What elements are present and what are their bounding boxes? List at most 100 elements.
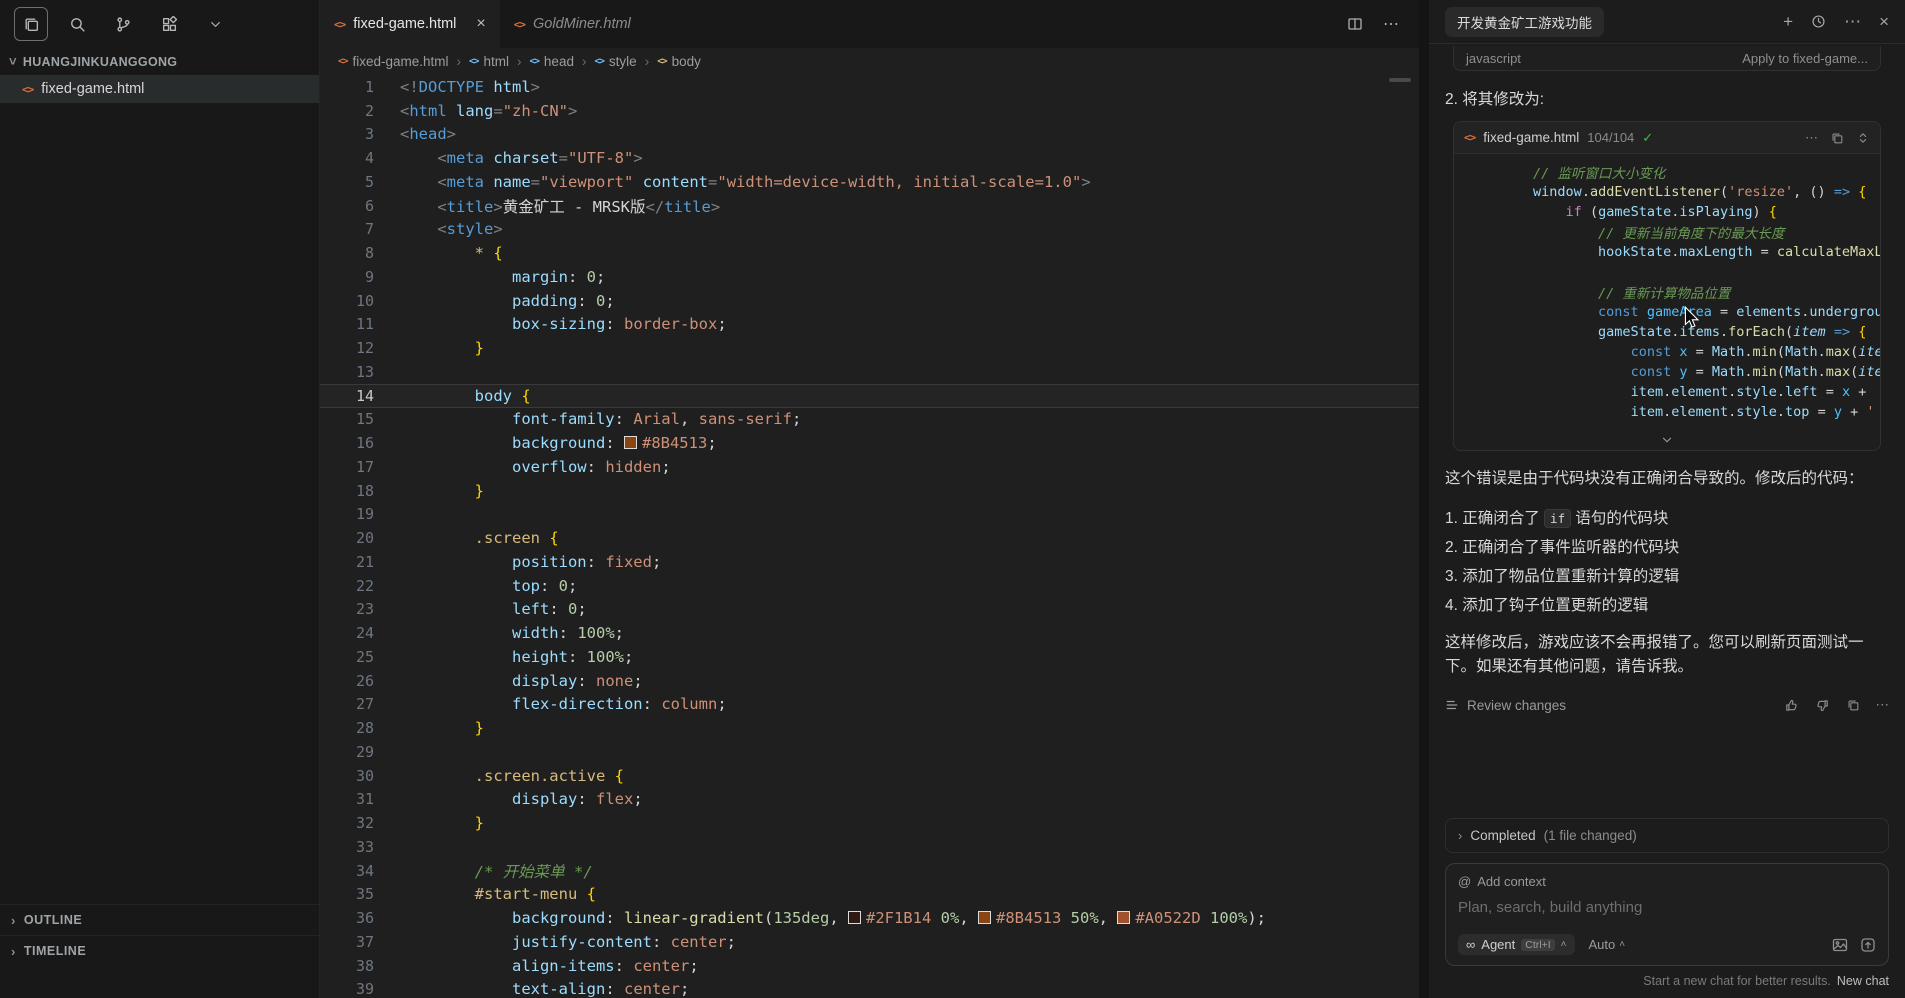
code-line[interactable]: 15 font-family: Arial, sans-serif; [320, 408, 1419, 432]
editor-more-icon[interactable]: ⋯ [1383, 14, 1399, 34]
code-line[interactable]: 38 align-items: center; [320, 954, 1419, 978]
chat-more-icon[interactable]: ⋯ [1844, 12, 1861, 32]
thumbs-up-icon[interactable] [1784, 698, 1799, 713]
tab-fixed-game[interactable]: <> fixed-game.html × [320, 0, 500, 48]
sidebar-item-fixed-game[interactable]: <> fixed-game.html [0, 75, 319, 103]
code-line[interactable]: 23 left: 0; [320, 598, 1419, 622]
timeline-section[interactable]: › TIMELINE [0, 935, 319, 966]
block-more-icon[interactable]: ⋯ [1805, 130, 1818, 146]
minimap-indicator[interactable] [1389, 78, 1411, 82]
code-line[interactable]: 4 <meta charset="UTF-8"> [320, 146, 1419, 170]
breadcrumb-item[interactable]: <>body [657, 54, 701, 69]
code-line[interactable]: 31 display: flex; [320, 788, 1419, 812]
code-line[interactable]: item.element.style.top = y + ' [1454, 402, 1880, 422]
expand-icon[interactable] [1856, 131, 1870, 145]
split-editor-icon[interactable] [1347, 16, 1363, 32]
breadcrumb-item[interactable]: <>head [529, 54, 574, 69]
code-line[interactable]: 14 body { [320, 384, 1419, 408]
breadcrumb-item[interactable]: <>fixed-game.html [338, 54, 449, 69]
code-line[interactable]: 7 <style> [320, 218, 1419, 242]
code-line[interactable]: 9 margin: 0; [320, 265, 1419, 289]
search-icon[interactable] [60, 7, 94, 41]
code-line[interactable]: 12 } [320, 336, 1419, 360]
chat-title-tab[interactable]: 开发黄金矿工游戏功能 [1445, 7, 1604, 37]
code-line[interactable]: 21 position: fixed; [320, 550, 1419, 574]
code-line[interactable]: 2<html lang="zh-CN"> [320, 99, 1419, 123]
explorer-section-header[interactable]: ˅ HUANGJINKUANGGONG [0, 48, 319, 75]
completed-summary[interactable]: › Completed (1 file changed) [1445, 818, 1889, 853]
code-line[interactable]: item.element.style.left = x + [1454, 382, 1880, 402]
model-selector[interactable]: Auto ˄ [1589, 937, 1626, 952]
code-line[interactable]: 3<head> [320, 123, 1419, 147]
code-line[interactable]: 16 background: #8B4513; [320, 431, 1419, 455]
code-editor[interactable]: 1<!DOCTYPE html>2<html lang="zh-CN">3<he… [320, 75, 1419, 998]
code-line[interactable]: 28 } [320, 716, 1419, 740]
extensions-icon[interactable] [152, 7, 186, 41]
code-line[interactable]: 8 * { [320, 241, 1419, 265]
panel-divider[interactable] [1419, 0, 1429, 998]
copy-response-icon[interactable] [1846, 698, 1860, 712]
color-swatch[interactable] [848, 911, 861, 924]
code-line[interactable]: 5 <meta name="viewport" content="width=d… [320, 170, 1419, 194]
code-line[interactable]: 30 .screen.active { [320, 764, 1419, 788]
tab-goldminer[interactable]: <> GoldMiner.html [500, 0, 645, 48]
code-line[interactable]: 13 [320, 360, 1419, 384]
tab-close-icon[interactable]: × [476, 16, 485, 32]
code-line[interactable]: 19 [320, 503, 1419, 527]
code-line[interactable]: 27 flex-direction: column; [320, 693, 1419, 717]
code-line[interactable]: 35 #start-menu { [320, 883, 1419, 907]
code-line[interactable]: // 重新计算物品位置 [1454, 282, 1880, 302]
code-line[interactable]: 32 } [320, 811, 1419, 835]
review-changes-button[interactable]: Review changes [1467, 698, 1566, 713]
copy-icon[interactable] [1830, 131, 1844, 145]
code-line[interactable]: 18 } [320, 479, 1419, 503]
attach-image-icon[interactable] [1832, 937, 1848, 953]
outline-section[interactable]: › OUTLINE [0, 904, 319, 935]
code-line[interactable]: 17 overflow: hidden; [320, 455, 1419, 479]
source-control-icon[interactable] [106, 7, 140, 41]
explorer-view-icon[interactable] [14, 7, 48, 41]
new-chat-icon[interactable]: + [1783, 12, 1793, 32]
code-line[interactable]: 20 .screen { [320, 526, 1419, 550]
code-line[interactable]: 33 [320, 835, 1419, 859]
code-line[interactable]: 6 <title>黄金矿工 - MRSK版</title> [320, 194, 1419, 218]
chat-input-box[interactable]: @ Add context Plan, search, build anythi… [1445, 863, 1889, 966]
thumbs-down-icon[interactable] [1815, 698, 1830, 713]
code-line[interactable]: 39 text-align: center; [320, 978, 1419, 998]
code-line[interactable]: 34 /* 开始菜单 */ [320, 859, 1419, 883]
apply-button[interactable]: Apply to fixed-game... [1742, 51, 1868, 66]
breadcrumb-item[interactable]: <>style [594, 54, 636, 69]
code-line[interactable] [1454, 262, 1880, 282]
code-line[interactable]: 22 top: 0; [320, 574, 1419, 598]
code-line[interactable]: 26 display: none; [320, 669, 1419, 693]
chat-input-placeholder[interactable]: Plan, search, build anything [1458, 899, 1876, 916]
code-line[interactable]: gameState.items.forEach(item => { [1454, 322, 1880, 342]
code-line[interactable]: const gameArea = elements.undergrou [1454, 302, 1880, 322]
response-more-icon[interactable]: ⋯ [1876, 697, 1890, 713]
code-line[interactable]: const y = Math.min(Math.max(ite [1454, 362, 1880, 382]
add-context-button[interactable]: @ Add context [1458, 874, 1876, 889]
code-line[interactable]: 36 background: linear-gradient(135deg, #… [320, 906, 1419, 930]
code-line[interactable]: hookState.maxLength = calculateMaxL [1454, 242, 1880, 262]
code-line[interactable]: 37 justify-content: center; [320, 930, 1419, 954]
expand-down-chevron-icon[interactable] [1454, 430, 1880, 450]
code-line[interactable]: // 监听窗口大小变化 [1454, 162, 1880, 182]
color-swatch[interactable] [978, 911, 991, 924]
code-line[interactable]: 29 [320, 740, 1419, 764]
send-icon[interactable] [1860, 937, 1876, 953]
code-line[interactable]: 11 box-sizing: border-box; [320, 313, 1419, 337]
code-block-body[interactable]: // 监听窗口大小变化 window.addEventListener('res… [1454, 154, 1880, 430]
code-line[interactable]: 25 height: 100%; [320, 645, 1419, 669]
color-swatch[interactable] [624, 436, 637, 449]
code-block-filename[interactable]: fixed-game.html [1483, 130, 1579, 145]
code-line[interactable]: 10 padding: 0; [320, 289, 1419, 313]
agent-mode-selector[interactable]: ∞ Agent Ctrl+I ˄ [1458, 934, 1575, 955]
history-icon[interactable] [1811, 14, 1826, 29]
code-line[interactable]: // 更新当前角度下的最大长度 [1454, 222, 1880, 242]
code-line[interactable]: 24 width: 100%; [320, 621, 1419, 645]
new-chat-link[interactable]: New chat [1837, 974, 1889, 988]
more-views-chevron-icon[interactable] [198, 7, 232, 41]
code-line[interactable]: window.addEventListener('resize', () => … [1454, 182, 1880, 202]
code-line[interactable]: 1<!DOCTYPE html> [320, 75, 1419, 99]
chat-close-icon[interactable]: × [1879, 12, 1889, 32]
